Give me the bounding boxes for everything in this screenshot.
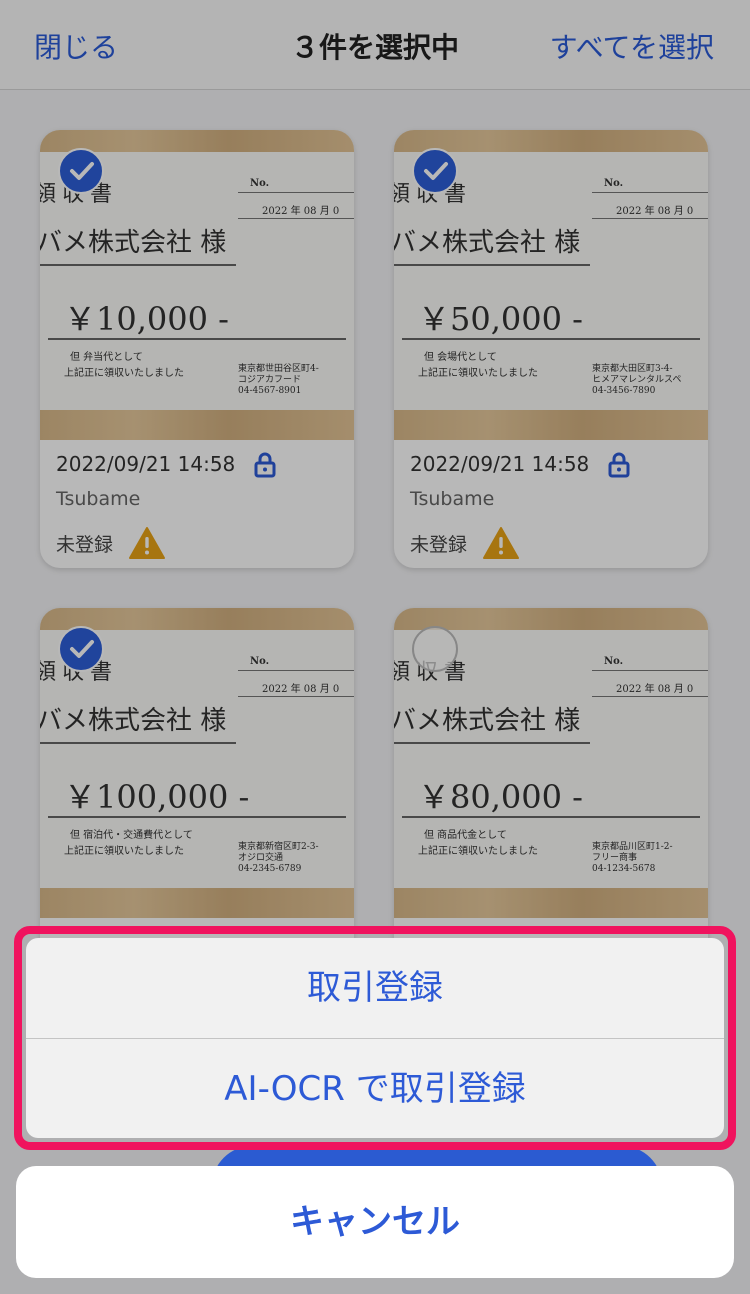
cancel-button[interactable]: キャンセル — [16, 1166, 734, 1278]
highlight-frame — [14, 926, 736, 1150]
